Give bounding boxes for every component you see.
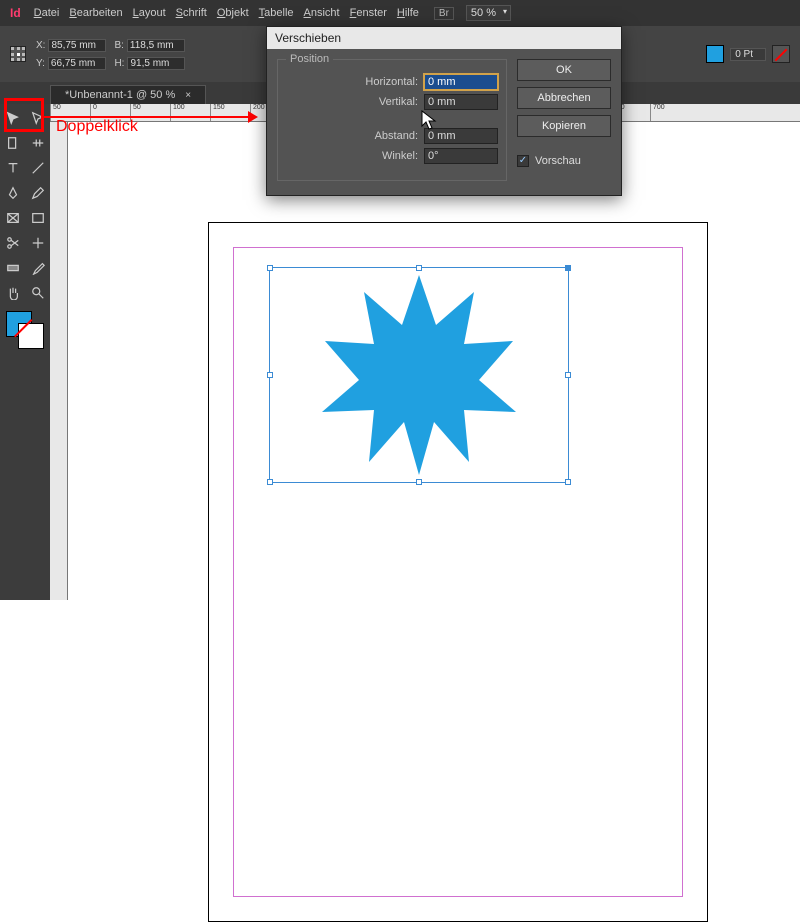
toolbox	[0, 104, 50, 600]
label-x: X:	[36, 40, 45, 51]
menu-hilfe[interactable]: Hilfe	[394, 4, 422, 22]
ruler-tick: 150	[210, 104, 250, 121]
page	[208, 222, 708, 922]
background-swatch-icon	[18, 323, 44, 349]
document-tab-close[interactable]: ×	[185, 90, 191, 101]
field-x[interactable]	[48, 39, 106, 52]
input-winkel[interactable]	[424, 148, 498, 164]
copy-button[interactable]: Kopieren	[517, 115, 611, 137]
ruler-vertical[interactable]	[50, 122, 68, 600]
fill-swatch[interactable]	[706, 45, 724, 63]
fieldset-legend: Position	[286, 53, 333, 65]
hand-tool[interactable]	[1, 281, 25, 305]
field-y[interactable]	[48, 57, 106, 70]
dialog-title[interactable]: Verschieben	[267, 27, 621, 49]
ruler-tick: 100	[170, 104, 210, 121]
zoom-tool[interactable]	[26, 281, 50, 305]
annotation-text: Doppelklick	[56, 118, 138, 136]
label-vertikal: Vertikal:	[379, 96, 418, 108]
label-y: Y:	[36, 58, 45, 69]
menu-schrift[interactable]: Schrift	[173, 4, 210, 22]
field-h[interactable]	[127, 57, 185, 70]
input-vertikal[interactable]	[424, 94, 498, 110]
menu-ansicht[interactable]: Ansicht	[301, 4, 343, 22]
label-horizontal: Horizontal:	[365, 76, 418, 88]
menubar: Id Datei Bearbeiten Layout Schrift Objek…	[0, 0, 800, 26]
rectangle-tool[interactable]	[26, 206, 50, 230]
cancel-button[interactable]: Abbrechen	[517, 87, 611, 109]
page-tool[interactable]	[1, 131, 25, 155]
gradient-tool[interactable]	[1, 256, 25, 280]
selected-object-frame[interactable]	[269, 267, 569, 483]
menu-tabelle[interactable]: Tabelle	[256, 4, 297, 22]
eyedropper-tool[interactable]	[26, 256, 50, 280]
fill-stroke-swatch[interactable]	[1, 306, 50, 354]
reference-point-picker[interactable]	[10, 46, 26, 62]
stroke-weight[interactable]: 0 Pt	[730, 48, 766, 61]
input-abstand[interactable]	[424, 128, 498, 144]
preview-label: Vorschau	[535, 155, 581, 167]
field-w[interactable]	[127, 39, 185, 52]
position-fieldset: Position Horizontal: Vertikal: Abstand: …	[277, 59, 507, 181]
ok-button[interactable]: OK	[517, 59, 611, 81]
type-tool[interactable]	[1, 156, 25, 180]
menu-layout[interactable]: Layout	[130, 4, 169, 22]
gap-tool[interactable]	[26, 131, 50, 155]
document-tab-title: *Unbenannt-1 @ 50 %	[65, 89, 175, 101]
preview-checkbox[interactable]: ✓ Vorschau	[517, 155, 611, 167]
menu-datei[interactable]: Datei	[31, 4, 63, 22]
menu-fenster[interactable]: Fenster	[347, 4, 390, 22]
bridge-badge[interactable]: Br	[434, 7, 454, 20]
label-abstand: Abstand:	[375, 130, 418, 142]
annotation-highlight-box	[4, 98, 44, 132]
ruler-tick: 700	[650, 104, 690, 121]
label-w: B:	[114, 40, 123, 51]
pencil-tool[interactable]	[26, 181, 50, 205]
line-tool[interactable]	[26, 156, 50, 180]
checkbox-icon: ✓	[517, 155, 529, 167]
transform-tool[interactable]	[26, 231, 50, 255]
menu-bearbeiten[interactable]: Bearbeiten	[66, 4, 125, 22]
move-dialog: Verschieben Position Horizontal: Vertika…	[266, 26, 622, 196]
rectangle-frame-tool[interactable]	[1, 206, 25, 230]
menu-objekt[interactable]: Objekt	[214, 4, 252, 22]
stroke-none-icon[interactable]	[772, 45, 790, 63]
label-winkel: Winkel:	[382, 150, 418, 162]
app-logo: Id	[4, 6, 27, 20]
input-horizontal[interactable]	[424, 74, 498, 90]
zoom-dropdown[interactable]: 50 %	[466, 5, 511, 21]
scissors-tool[interactable]	[1, 231, 25, 255]
document-tab[interactable]: *Unbenannt-1 @ 50 % ×	[50, 85, 206, 104]
pen-tool[interactable]	[1, 181, 25, 205]
star-shape[interactable]	[279, 270, 559, 480]
label-h: H:	[114, 58, 124, 69]
